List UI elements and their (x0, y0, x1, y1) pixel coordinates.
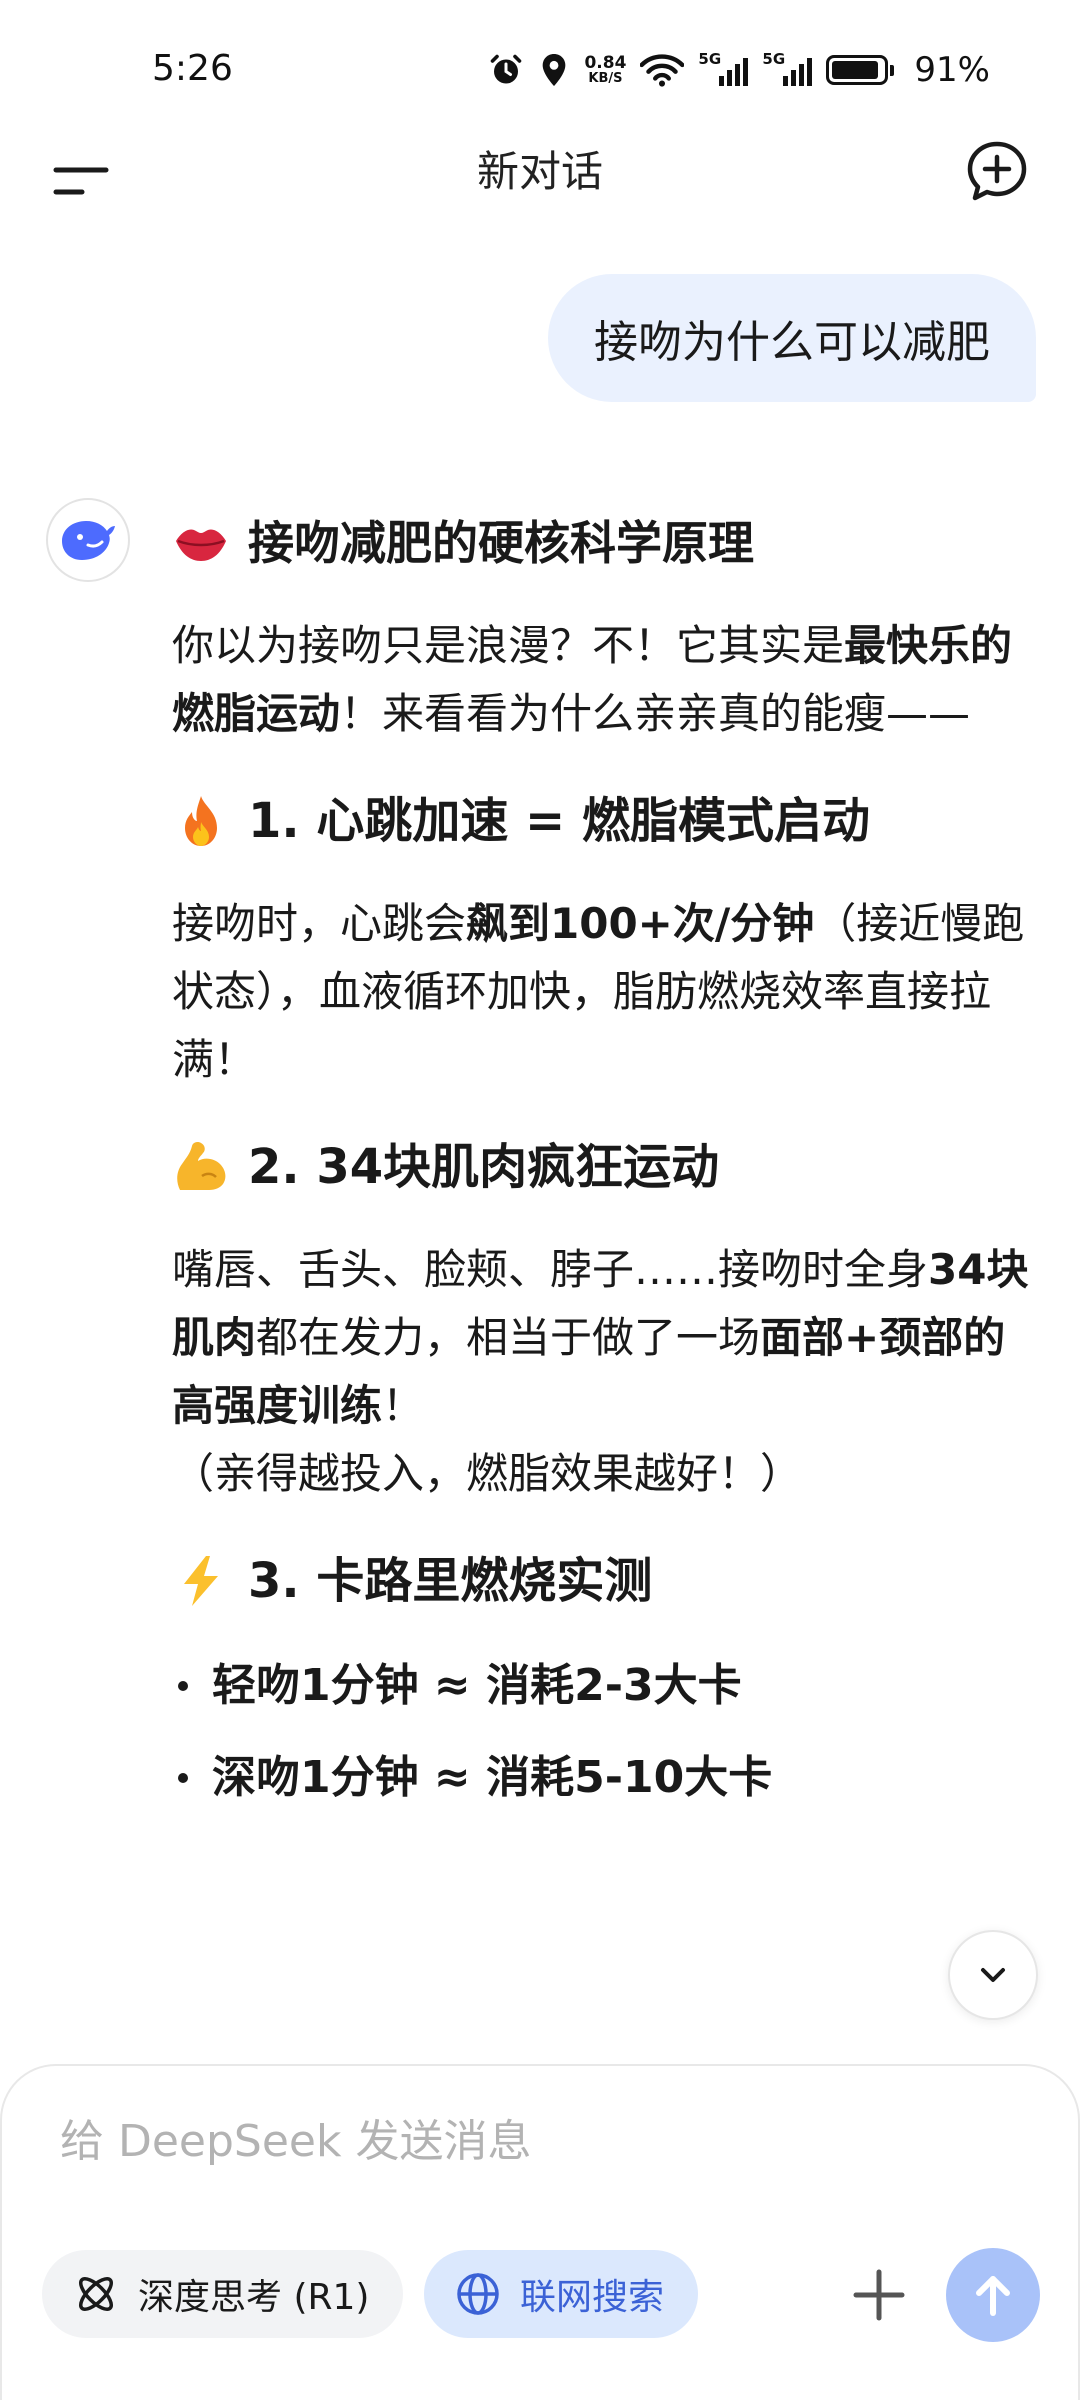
section-2-paragraph: 嘴唇、舌头、脸颊、脖子……接吻时全身34块肌肉都在发力，相当于做了一场面部+颈部… (172, 1236, 1032, 1508)
answer-heading-text: 接吻减肥的硬核科学原理 (248, 516, 754, 570)
lips-icon (172, 514, 230, 572)
section-1-title: 1. 心跳加速 = 燃脂模式启动 (248, 793, 870, 849)
sim1-label: 5G (698, 50, 722, 68)
section-2-heading: 2. 34块肌肉疯狂运动 (172, 1124, 1032, 1210)
network-speed: 0.84 KB/S (584, 52, 627, 86)
message-composer: 深度思考 (R1) 联网搜索 (0, 2064, 1080, 2400)
deepseek-avatar (46, 498, 130, 582)
section-2-title: 2. 34块肌肉疯狂运动 (248, 1139, 720, 1195)
section-1-paragraph: 接吻时，心跳会飙到100+次/分钟（接近慢跑状态），血液循环加快，脂肪燃烧效率直… (172, 890, 1032, 1094)
deep-think-label: 深度思考 (R1) (138, 2277, 370, 2318)
user-message-text: 接吻为什么可以减肥 (594, 317, 990, 368)
intro-paragraph: 你以为接吻只是浪漫？不！它其实是最快乐的燃脂运动！来看看为什么亲亲真的能瘦—— (172, 612, 1032, 748)
wifi-icon (640, 54, 685, 87)
fire-icon (172, 792, 230, 850)
section-2-text-3: ！ (382, 1381, 425, 1430)
location-icon (543, 54, 566, 86)
section-2-note: （亲得越投入，燃脂效果越好！） (172, 1449, 803, 1498)
status-bar: 5:26 0.84 KB/S 5G 5G 91% (0, 0, 1080, 130)
new-chat-icon[interactable] (966, 140, 1028, 202)
net-speed-unit: KB/S (588, 70, 623, 86)
whale-logo-icon (62, 521, 115, 560)
web-search-toggle[interactable]: 联网搜索 (424, 2250, 699, 2338)
chevron-down-icon (981, 1968, 1005, 1982)
sim2-label: 5G (762, 50, 786, 68)
battery-percent: 91% (914, 50, 990, 90)
web-search-label: 联网搜索 (520, 2277, 665, 2318)
flexed-biceps-icon (172, 1138, 230, 1196)
deep-think-toggle[interactable]: 深度思考 (R1) (42, 2250, 404, 2338)
section-1-bold: 飙到100+次/分钟 (466, 899, 815, 948)
section-2-text-1: 嘴唇、舌头、脸颊、脖子……接吻时全身 (172, 1245, 929, 1294)
battery-fill (832, 61, 878, 79)
status-time: 5:26 (152, 48, 233, 89)
page-title: 新对话 (476, 147, 603, 196)
section-3-heading: 3. 卡路里燃烧实测 (172, 1538, 1032, 1624)
intro-text-1: 你以为接吻只是浪漫？不！它其实是 (172, 621, 845, 670)
scroll-to-bottom-button[interactable] (948, 1930, 1038, 2020)
alarm-icon (491, 54, 522, 84)
atom-icon (79, 2277, 113, 2311)
section-2-text-2: 都在发力，相当于做了一场 (256, 1313, 761, 1362)
section-3-title: 3. 卡路里燃烧实测 (248, 1553, 653, 1609)
assistant-answer: 接吻减肥的硬核科学原理 你以为接吻只是浪漫？不！它其实是最快乐的燃脂运动！来看看… (172, 500, 1032, 1824)
lightning-icon (172, 1552, 230, 1610)
status-icons: 0.84 KB/S 5G 5G 91% (488, 48, 990, 92)
attach-button[interactable] (848, 2264, 910, 2326)
list-item: 轻吻1分钟 ≈ 消耗2-3大卡 (172, 1640, 1032, 1732)
list-item: 深吻1分钟 ≈ 消耗5-10大卡 (172, 1732, 1032, 1824)
plus-icon (853, 2269, 905, 2321)
battery-icon (826, 55, 895, 85)
calorie-list: 轻吻1分钟 ≈ 消耗2-3大卡 深吻1分钟 ≈ 消耗5-10大卡 (172, 1640, 1032, 1824)
sim2-signal-icon: 5G (762, 50, 813, 90)
sim1-signal-icon: 5G (698, 50, 749, 90)
answer-heading: 接吻减肥的硬核科学原理 (172, 500, 1032, 586)
section-1-text-1: 接吻时，心跳会 (172, 899, 467, 948)
user-message-bubble[interactable]: 接吻为什么可以减肥 (548, 274, 1036, 402)
section-1-heading: 1. 心跳加速 = 燃脂模式启动 (172, 778, 1032, 864)
net-speed-value: 0.84 (584, 52, 627, 73)
message-input[interactable] (58, 2106, 1018, 2176)
arrow-up-icon (976, 2276, 1010, 2316)
intro-text-2: ！来看看为什么亲亲真的能瘦—— (340, 689, 971, 738)
globe-icon (457, 2273, 499, 2315)
send-button[interactable] (946, 2248, 1040, 2342)
